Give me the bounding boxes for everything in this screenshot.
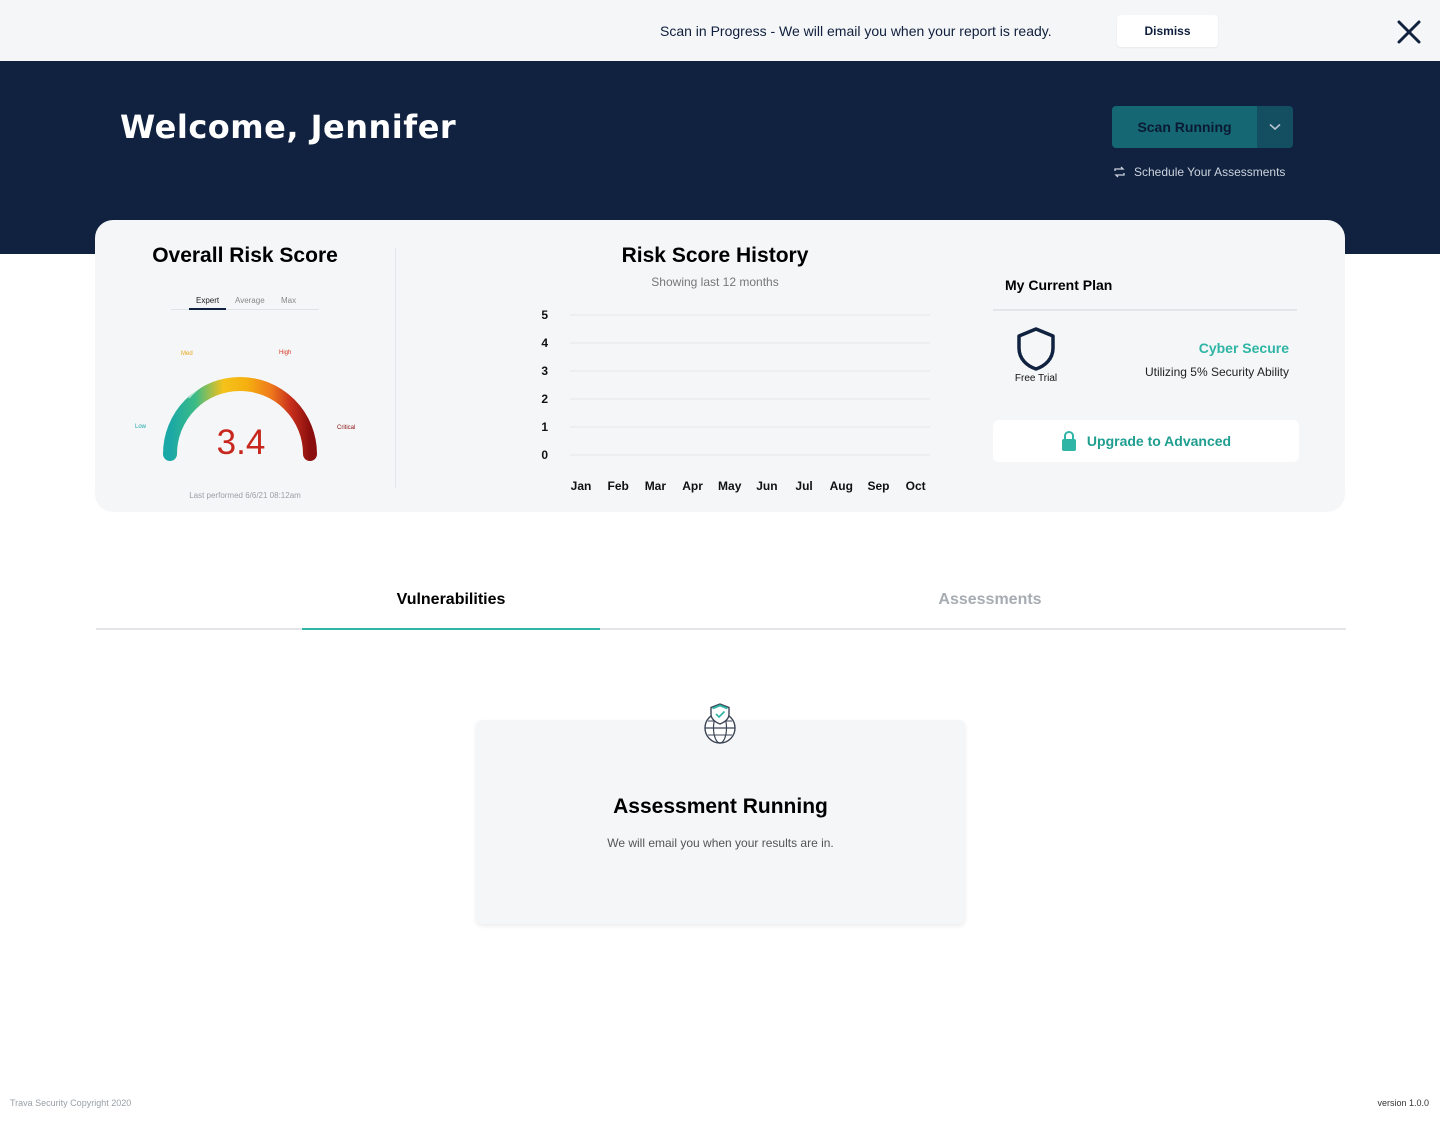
y-tick-label: 4: [541, 336, 548, 350]
assessment-subtitle: We will email you when your results are …: [607, 836, 834, 850]
risk-history-chart: 012345JanFebMarAprMayJunJulAugSepOctNovD…: [541, 308, 930, 493]
shield-globe-icon: [704, 703, 736, 744]
scan-dropdown-button[interactable]: [1257, 106, 1293, 148]
notification-banner: Scan in Progress - We will email you whe…: [0, 0, 1440, 61]
schedule-label: Schedule Your Assessments: [1134, 165, 1286, 179]
banner-message: Scan in Progress - We will email you whe…: [660, 23, 1052, 39]
x-tick-label: Apr: [682, 479, 703, 493]
y-tick-label: 3: [541, 364, 548, 378]
assessment-title: Assessment Running: [613, 795, 828, 818]
footer-copyright: Trava Security Copyright 2020: [10, 1098, 132, 1108]
active-tab-underline: [302, 628, 600, 630]
y-tick-label: 5: [541, 308, 548, 322]
gauge-label-high: High: [279, 350, 291, 356]
chevron-down-icon: [1269, 123, 1281, 131]
tab-assessments[interactable]: Assessments: [840, 591, 1140, 609]
score-tabs: Expert Average Max: [171, 296, 319, 310]
shield-icon: [1017, 327, 1055, 371]
welcome-title: Welcome, Jennifer: [120, 108, 457, 146]
x-tick-label: Aug: [830, 479, 853, 493]
plan-utilization: Utilizing 5% Security Ability: [1144, 365, 1289, 379]
risk-score-value: 3.4: [217, 423, 266, 462]
gauge-label-low: Low: [135, 424, 147, 430]
gauge-label-critical: Critical: [337, 425, 355, 431]
history-title: Risk Score History: [621, 244, 809, 267]
upgrade-button[interactable]: Upgrade to Advanced: [993, 420, 1299, 462]
x-tick-label: Jan: [571, 479, 592, 493]
x-tick-label: Oct: [906, 479, 926, 493]
divider: [395, 248, 396, 488]
active-tab-indicator: [189, 308, 226, 310]
plan-name: Cyber Secure: [1198, 340, 1289, 356]
x-tick-label: Jul: [795, 479, 812, 493]
footer-version: version 1.0.0: [1377, 1098, 1429, 1108]
schedule-assessments-link[interactable]: Schedule Your Assessments: [1113, 164, 1285, 180]
scan-running-button[interactable]: Scan Running: [1112, 106, 1257, 148]
close-icon[interactable]: [1393, 16, 1425, 48]
upgrade-label: Upgrade to Advanced: [1086, 433, 1232, 449]
tab-vulnerabilities[interactable]: Vulnerabilities: [302, 591, 600, 609]
history-subtitle: Showing last 12 months: [651, 275, 779, 289]
risk-score-title: Overall Risk Score: [152, 244, 338, 267]
last-performed: Last performed 6/6/21 08:12am: [189, 491, 301, 500]
gauge-label-med: Med: [181, 351, 193, 357]
lock-icon: [1061, 430, 1076, 451]
repeat-icon: [1114, 166, 1125, 178]
summary-card: Overall Risk Score Expert Average Max Lo…: [95, 220, 1345, 512]
x-tick-label: Jun: [756, 479, 777, 493]
plan-divider: [993, 309, 1297, 311]
plan-title: My Current Plan: [1005, 277, 1113, 293]
score-tab-average[interactable]: Average: [235, 296, 265, 305]
tabs-baseline: [96, 628, 1346, 630]
x-tick-label: Mar: [645, 479, 667, 493]
dismiss-button[interactable]: Dismiss: [1117, 15, 1218, 47]
x-tick-label: May: [718, 479, 742, 493]
assessment-card: [476, 720, 965, 924]
x-tick-label: Sep: [867, 479, 889, 493]
x-tick-label: Feb: [608, 479, 629, 493]
risk-gauge: Low Med High Critical 3.4: [135, 350, 355, 462]
plan-trial-label: Free Trial: [1014, 373, 1058, 384]
y-tick-label: 0: [541, 448, 548, 462]
score-tab-expert[interactable]: Expert: [196, 296, 219, 305]
score-tab-max[interactable]: Max: [281, 296, 296, 305]
y-tick-label: 1: [541, 420, 548, 434]
y-tick-label: 2: [541, 392, 548, 406]
